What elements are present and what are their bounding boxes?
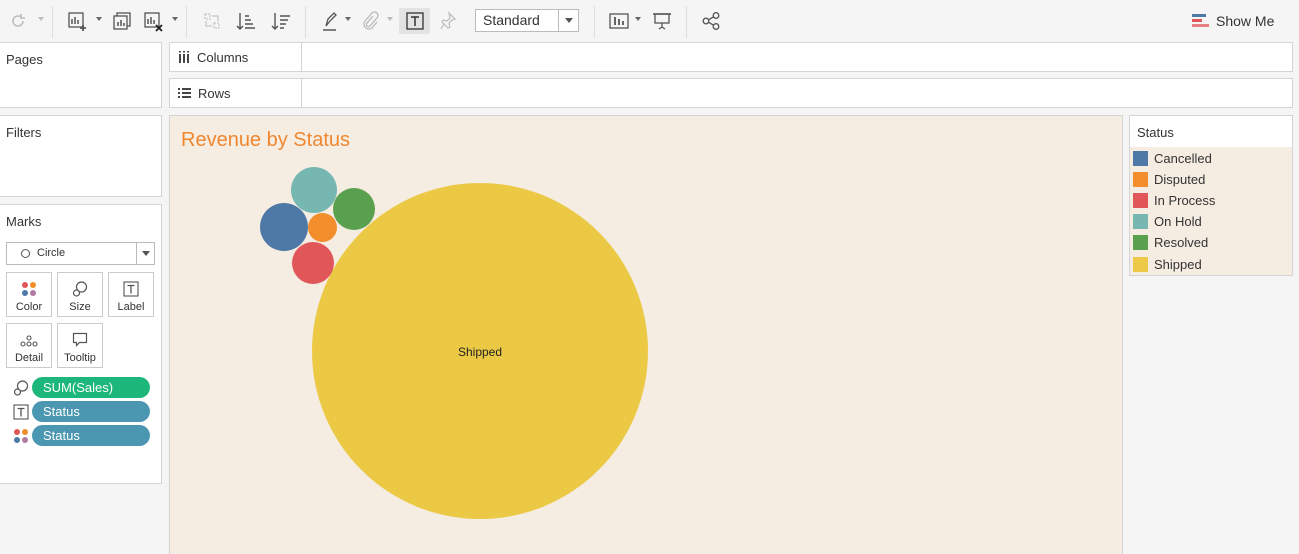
color-dots-icon xyxy=(22,282,36,296)
pages-title: Pages xyxy=(6,52,43,67)
legend-item-label: On Hold xyxy=(1154,213,1202,229)
legend-swatch xyxy=(1133,150,1148,166)
status-color-pill[interactable]: Status xyxy=(32,425,150,446)
toolbar: Standard Show Me xyxy=(0,0,1299,42)
detail-dots-icon xyxy=(20,335,38,347)
viz-canvas: Revenue by Status Shipped xyxy=(169,115,1123,554)
legend-swatch xyxy=(1133,171,1148,187)
new-worksheet-icon[interactable] xyxy=(64,8,90,34)
bubble-disputed[interactable] xyxy=(308,213,337,242)
bubble-resolved[interactable] xyxy=(333,188,375,230)
legend-item-shipped[interactable]: Shipped xyxy=(1133,256,1202,272)
share-icon[interactable] xyxy=(698,8,724,34)
legend-swatch xyxy=(1133,213,1148,229)
status-label-pill[interactable]: Status xyxy=(32,401,150,422)
fit-view-select[interactable]: Standard xyxy=(475,9,579,32)
tooltip-icon xyxy=(72,332,88,347)
presentation-mode-icon[interactable] xyxy=(649,8,675,34)
legend-item-cancelled[interactable]: Cancelled xyxy=(1133,150,1212,166)
legend-item-label: Cancelled xyxy=(1154,150,1212,166)
fit-view-value: Standard xyxy=(483,12,540,28)
color-button-label: Color xyxy=(15,301,43,313)
legend-item-disputed[interactable]: Disputed xyxy=(1133,171,1205,187)
status-legend: Status Cancelled Disputed In Process On … xyxy=(1129,115,1293,276)
show-me-label: Show Me xyxy=(1216,13,1275,29)
filters-shelf[interactable]: Filters xyxy=(0,115,162,197)
size-icon xyxy=(72,281,88,297)
clear-sheet-icon[interactable] xyxy=(140,8,166,34)
sort-ascending-icon[interactable] xyxy=(233,8,259,34)
detail-button-label: Detail xyxy=(14,352,44,364)
text-label-icon xyxy=(12,404,30,420)
legend-item-resolved[interactable]: Resolved xyxy=(1133,234,1208,250)
swap-axes-icon[interactable] xyxy=(199,8,225,34)
rows-label: Rows xyxy=(198,85,231,101)
bubble-cancelled[interactable] xyxy=(260,203,308,251)
mark-type-select[interactable]: Circle xyxy=(6,242,155,265)
rows-shelf[interactable]: Rows xyxy=(169,78,1293,108)
text-label-icon xyxy=(123,281,139,297)
legend-item-label: Shipped xyxy=(1154,256,1202,272)
marks-title: Marks xyxy=(6,214,42,229)
legend-swatch xyxy=(1133,256,1148,272)
show-me-button[interactable]: Show Me xyxy=(1192,12,1274,30)
size-button[interactable]: Size xyxy=(57,272,103,317)
attachment-clip-icon[interactable] xyxy=(358,8,382,34)
chevron-down-icon xyxy=(136,243,154,264)
legend-item-label: In Process xyxy=(1154,192,1216,208)
size-encoding-row: SUM(Sales) xyxy=(10,377,155,399)
rows-shelf-header: Rows xyxy=(170,79,302,107)
filters-title: Filters xyxy=(6,125,42,140)
bubble-in-process[interactable] xyxy=(292,242,334,284)
highlight-pen-icon[interactable] xyxy=(318,8,342,34)
color-button[interactable]: Color xyxy=(6,272,52,317)
color-encoding-row: Status xyxy=(10,425,155,447)
pin-icon[interactable] xyxy=(436,8,460,34)
rows-icon xyxy=(178,88,191,98)
circle-mark-icon xyxy=(21,249,30,258)
label-button-label: Label xyxy=(117,301,145,313)
columns-shelf[interactable]: Columns xyxy=(169,42,1293,72)
chevron-down-icon xyxy=(558,10,578,31)
legend-swatch xyxy=(1133,234,1148,250)
tooltip-button[interactable]: Tooltip xyxy=(57,323,103,368)
show-cards-icon[interactable] xyxy=(606,8,632,34)
columns-icon xyxy=(179,51,189,63)
detail-button[interactable]: Detail xyxy=(6,323,52,368)
size-icon xyxy=(12,380,30,396)
color-dots-icon xyxy=(12,428,30,444)
legend-item-on-hold[interactable]: On Hold xyxy=(1133,213,1202,229)
bubble-on-hold[interactable] xyxy=(291,167,337,213)
legend-swatch xyxy=(1133,192,1148,208)
columns-label: Columns xyxy=(197,49,249,65)
sort-descending-icon[interactable] xyxy=(268,8,294,34)
sum-sales-pill[interactable]: SUM(Sales) xyxy=(32,377,150,398)
show-mark-labels-icon[interactable] xyxy=(399,8,430,34)
marks-card: Marks Circle Color Size Label Detail Too… xyxy=(0,204,162,484)
mark-type-value: Circle xyxy=(37,247,66,259)
label-encoding-row: Status xyxy=(10,401,155,423)
redo-icon[interactable] xyxy=(6,8,30,34)
pages-shelf[interactable]: Pages xyxy=(0,42,162,108)
legend-item-label: Disputed xyxy=(1154,171,1206,187)
size-button-label: Size xyxy=(69,301,91,313)
show-me-icon xyxy=(1192,14,1209,27)
duplicate-sheet-icon[interactable] xyxy=(109,8,135,34)
columns-shelf-header: Columns xyxy=(170,43,302,71)
legend-header: Status xyxy=(1130,116,1292,147)
legend-item-label: Resolved xyxy=(1154,234,1209,250)
legend-item-in-process[interactable]: In Process xyxy=(1133,192,1215,208)
tooltip-button-label: Tooltip xyxy=(64,352,96,364)
bubble-label-shipped: Shipped xyxy=(457,345,503,359)
viz-title: Revenue by Status xyxy=(181,129,350,151)
legend-title: Status xyxy=(1137,125,1174,140)
label-button[interactable]: Label xyxy=(108,272,154,317)
